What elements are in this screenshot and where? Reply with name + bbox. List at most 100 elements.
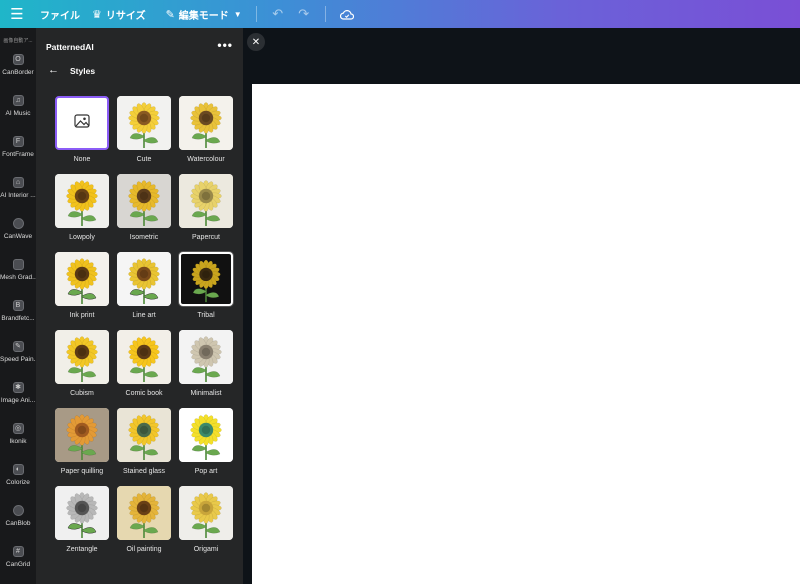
rail-item-label: CanBlob bbox=[5, 519, 31, 527]
resize-icon: ♛ bbox=[92, 8, 102, 21]
style-thumbnail bbox=[179, 96, 233, 150]
app-icon: ◐ bbox=[12, 463, 24, 475]
rail-item-label: Mesh Grad... bbox=[0, 273, 36, 281]
rail-item[interactable]: CanWave bbox=[0, 208, 36, 249]
style-tile[interactable]: Zentangle bbox=[55, 486, 109, 556]
style-thumbnail bbox=[117, 174, 171, 228]
more-icon[interactable]: ••• bbox=[217, 38, 233, 52]
top-toolbar: ☰ ファイル ♛ リサイズ ✎ 編集モード ▼ ↶ ↷ bbox=[0, 0, 800, 28]
rail-item-label: FontFrame bbox=[2, 150, 34, 158]
style-tile[interactable]: Watercolour bbox=[179, 96, 233, 166]
style-tile[interactable]: Pop art bbox=[179, 408, 233, 478]
style-tile[interactable]: Tribal bbox=[179, 252, 233, 322]
style-label: Watercolour bbox=[187, 156, 225, 163]
file-menu-label: ファイル bbox=[40, 10, 80, 22]
style-thumbnail bbox=[179, 486, 233, 540]
app-icon: ◎ bbox=[12, 422, 24, 434]
rail-item[interactable]: ✎ Speed Pain... bbox=[0, 331, 36, 372]
style-label: Minimalist bbox=[190, 390, 222, 397]
app-icon: ⌂ bbox=[12, 176, 24, 188]
resize-button[interactable]: ♛ リサイズ bbox=[86, 0, 152, 28]
resize-label: リサイズ bbox=[105, 10, 146, 22]
close-icon[interactable]: ✕ bbox=[247, 33, 265, 51]
style-tile[interactable]: Minimalist bbox=[179, 330, 233, 400]
app-icon: ✱ bbox=[12, 381, 24, 393]
rail-item[interactable]: F FontFrame bbox=[0, 126, 36, 167]
edit-mode-dropdown[interactable]: ✎ 編集モード ▼ bbox=[160, 0, 248, 28]
style-label: Origami bbox=[193, 546, 219, 553]
rail-item-label: Image Ani... bbox=[0, 396, 36, 404]
style-tile[interactable]: Comic book bbox=[117, 330, 171, 400]
app-icon: ✎ bbox=[12, 340, 24, 352]
style-thumbnail bbox=[117, 96, 171, 150]
rail-item[interactable]: Mesh Grad... bbox=[0, 249, 36, 290]
rail-item-label: CanWave bbox=[3, 232, 33, 240]
app-icon bbox=[12, 217, 24, 229]
cloud-sync-icon[interactable] bbox=[334, 0, 360, 28]
rail-item-label: AI Music bbox=[5, 109, 31, 117]
undo-icon[interactable]: ↶ bbox=[265, 0, 291, 28]
style-thumbnail bbox=[55, 408, 109, 462]
style-thumbnail bbox=[117, 330, 171, 384]
style-tile[interactable]: Line art bbox=[117, 252, 171, 322]
style-thumbnail bbox=[117, 486, 171, 540]
style-thumbnail bbox=[55, 252, 109, 306]
app-icon: # bbox=[12, 545, 24, 557]
style-tile[interactable]: Oil painting bbox=[117, 486, 171, 556]
style-thumbnail bbox=[55, 486, 109, 540]
rail-item[interactable]: CanBlob bbox=[0, 495, 36, 536]
rail-item[interactable]: B Brandfetc... bbox=[0, 290, 36, 331]
style-label: Tribal bbox=[197, 312, 215, 319]
app-name: PatternedAI bbox=[46, 42, 94, 52]
rail-item[interactable]: ⌂ AI Interior ... bbox=[0, 167, 36, 208]
styles-panel: PatternedAI ••• ← Styles None Cute Water… bbox=[36, 28, 243, 584]
style-tile[interactable]: Cubism bbox=[55, 330, 109, 400]
app-icon: O bbox=[12, 53, 24, 65]
style-thumbnail-none bbox=[55, 96, 109, 150]
style-tile[interactable]: Papercut bbox=[179, 174, 233, 244]
style-thumbnail bbox=[179, 330, 233, 384]
style-tile[interactable]: Paper quilling bbox=[55, 408, 109, 478]
rail-item-label: Colorize bbox=[6, 478, 30, 486]
style-thumbnail bbox=[55, 330, 109, 384]
style-thumbnail bbox=[179, 252, 233, 306]
style-tile[interactable]: Lowpoly bbox=[55, 174, 109, 244]
style-tile[interactable]: Stained glass bbox=[117, 408, 171, 478]
rail-item[interactable]: ◎ Ikonik bbox=[0, 413, 36, 454]
rail-item[interactable]: ✱ Image Ani... bbox=[0, 372, 36, 413]
rail-item[interactable]: ◐ Colorize bbox=[0, 454, 36, 495]
rail-item[interactable]: O CanBorder bbox=[0, 44, 36, 85]
style-label: Pop art bbox=[194, 468, 218, 475]
image-placeholder-icon bbox=[74, 113, 90, 133]
file-menu[interactable]: ファイル bbox=[34, 0, 86, 28]
style-thumbnail bbox=[179, 408, 233, 462]
design-page[interactable] bbox=[252, 84, 800, 584]
panel-title: Styles bbox=[70, 66, 96, 76]
hamburger-icon[interactable]: ☰ bbox=[0, 0, 34, 28]
toolbar-divider bbox=[255, 6, 257, 22]
toolbar-divider bbox=[324, 6, 326, 22]
chevron-down-icon: ▼ bbox=[233, 9, 242, 19]
pencil-icon: ✎ bbox=[165, 8, 175, 21]
style-thumbnail bbox=[55, 174, 109, 228]
rail-item-label[interactable]: 画像自動ア... bbox=[0, 28, 36, 44]
edit-mode-label: 編集モード bbox=[178, 10, 229, 22]
rail-item-label: Ikonik bbox=[9, 437, 27, 445]
redo-icon[interactable]: ↷ bbox=[291, 0, 317, 28]
style-tile[interactable]: Ink print bbox=[55, 252, 109, 322]
style-tile[interactable]: Isometric bbox=[117, 174, 171, 244]
rail-item-label: Speed Pain... bbox=[0, 355, 36, 363]
style-thumbnail bbox=[117, 252, 171, 306]
app-icon: ♫ bbox=[12, 94, 24, 106]
rail-item-label: AI Interior ... bbox=[0, 191, 36, 199]
style-tile[interactable]: None bbox=[55, 96, 109, 166]
app-icon: B bbox=[12, 299, 24, 311]
app-icon bbox=[12, 258, 24, 270]
back-arrow-icon[interactable]: ← bbox=[48, 64, 59, 76]
style-tile[interactable]: Cute bbox=[117, 96, 171, 166]
rail-item[interactable]: ♫ AI Music bbox=[0, 85, 36, 126]
rail-item[interactable]: # CanGrid bbox=[0, 536, 36, 577]
rail-item-label: CanBorder bbox=[2, 68, 34, 76]
rail-item-label: Brandfetc... bbox=[1, 314, 35, 322]
style-tile[interactable]: Origami bbox=[179, 486, 233, 556]
